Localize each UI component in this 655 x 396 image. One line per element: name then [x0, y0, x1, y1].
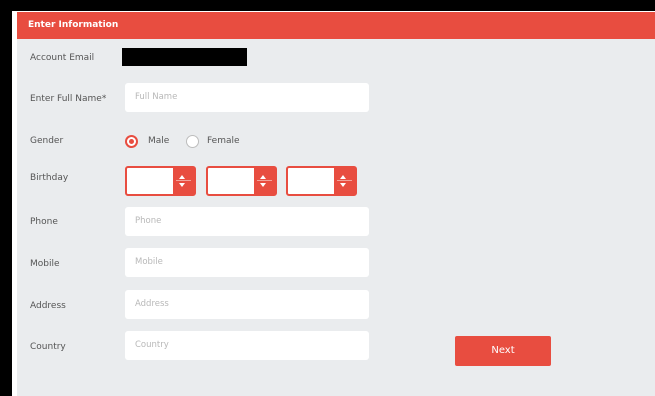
country-label: Country: [30, 342, 66, 352]
full-name-label: Enter Full Name*: [30, 94, 107, 104]
gender-female-label[interactable]: Female: [207, 136, 240, 146]
chevron-up-icon[interactable]: [340, 175, 346, 179]
account-email-label: Account Email: [30, 53, 95, 63]
gender-male-label[interactable]: Male: [148, 136, 169, 146]
gender-label: Gender: [30, 136, 64, 146]
full-name-input[interactable]: Full Name: [125, 83, 369, 112]
mobile-label: Mobile: [30, 259, 60, 269]
birthday-year-spinner[interactable]: [286, 166, 357, 196]
phone-label: Phone: [30, 217, 58, 227]
birthday-year-spin-buttons[interactable]: [334, 168, 355, 194]
birthday-month-spinner[interactable]: [206, 166, 277, 196]
address-input[interactable]: Address: [125, 290, 369, 319]
panel-header: Enter Information: [17, 12, 655, 39]
gender-male-radio[interactable]: [125, 135, 138, 148]
chevron-up-icon[interactable]: [260, 175, 266, 179]
birthday-day-spinner[interactable]: [125, 166, 196, 196]
next-button[interactable]: Next: [455, 336, 551, 366]
account-email-value-redacted: [122, 48, 247, 66]
chevron-down-icon[interactable]: [340, 183, 346, 187]
chevron-down-icon[interactable]: [260, 183, 266, 187]
chevron-down-icon[interactable]: [179, 183, 185, 187]
country-input[interactable]: Country: [125, 331, 369, 360]
spin-divider: [176, 180, 191, 181]
birthday-month-spin-buttons[interactable]: [254, 168, 275, 194]
address-label: Address: [30, 301, 66, 311]
spin-divider: [337, 180, 352, 181]
birthday-day-spin-buttons[interactable]: [173, 168, 194, 194]
birthday-label: Birthday: [30, 173, 69, 183]
phone-input[interactable]: Phone: [125, 207, 369, 236]
chevron-up-icon[interactable]: [179, 175, 185, 179]
form-panel: Enter Information Account Email Enter Fu…: [17, 12, 655, 396]
spin-divider: [257, 180, 272, 181]
gender-female-radio[interactable]: [186, 135, 199, 148]
mobile-input[interactable]: Mobile: [125, 248, 369, 277]
